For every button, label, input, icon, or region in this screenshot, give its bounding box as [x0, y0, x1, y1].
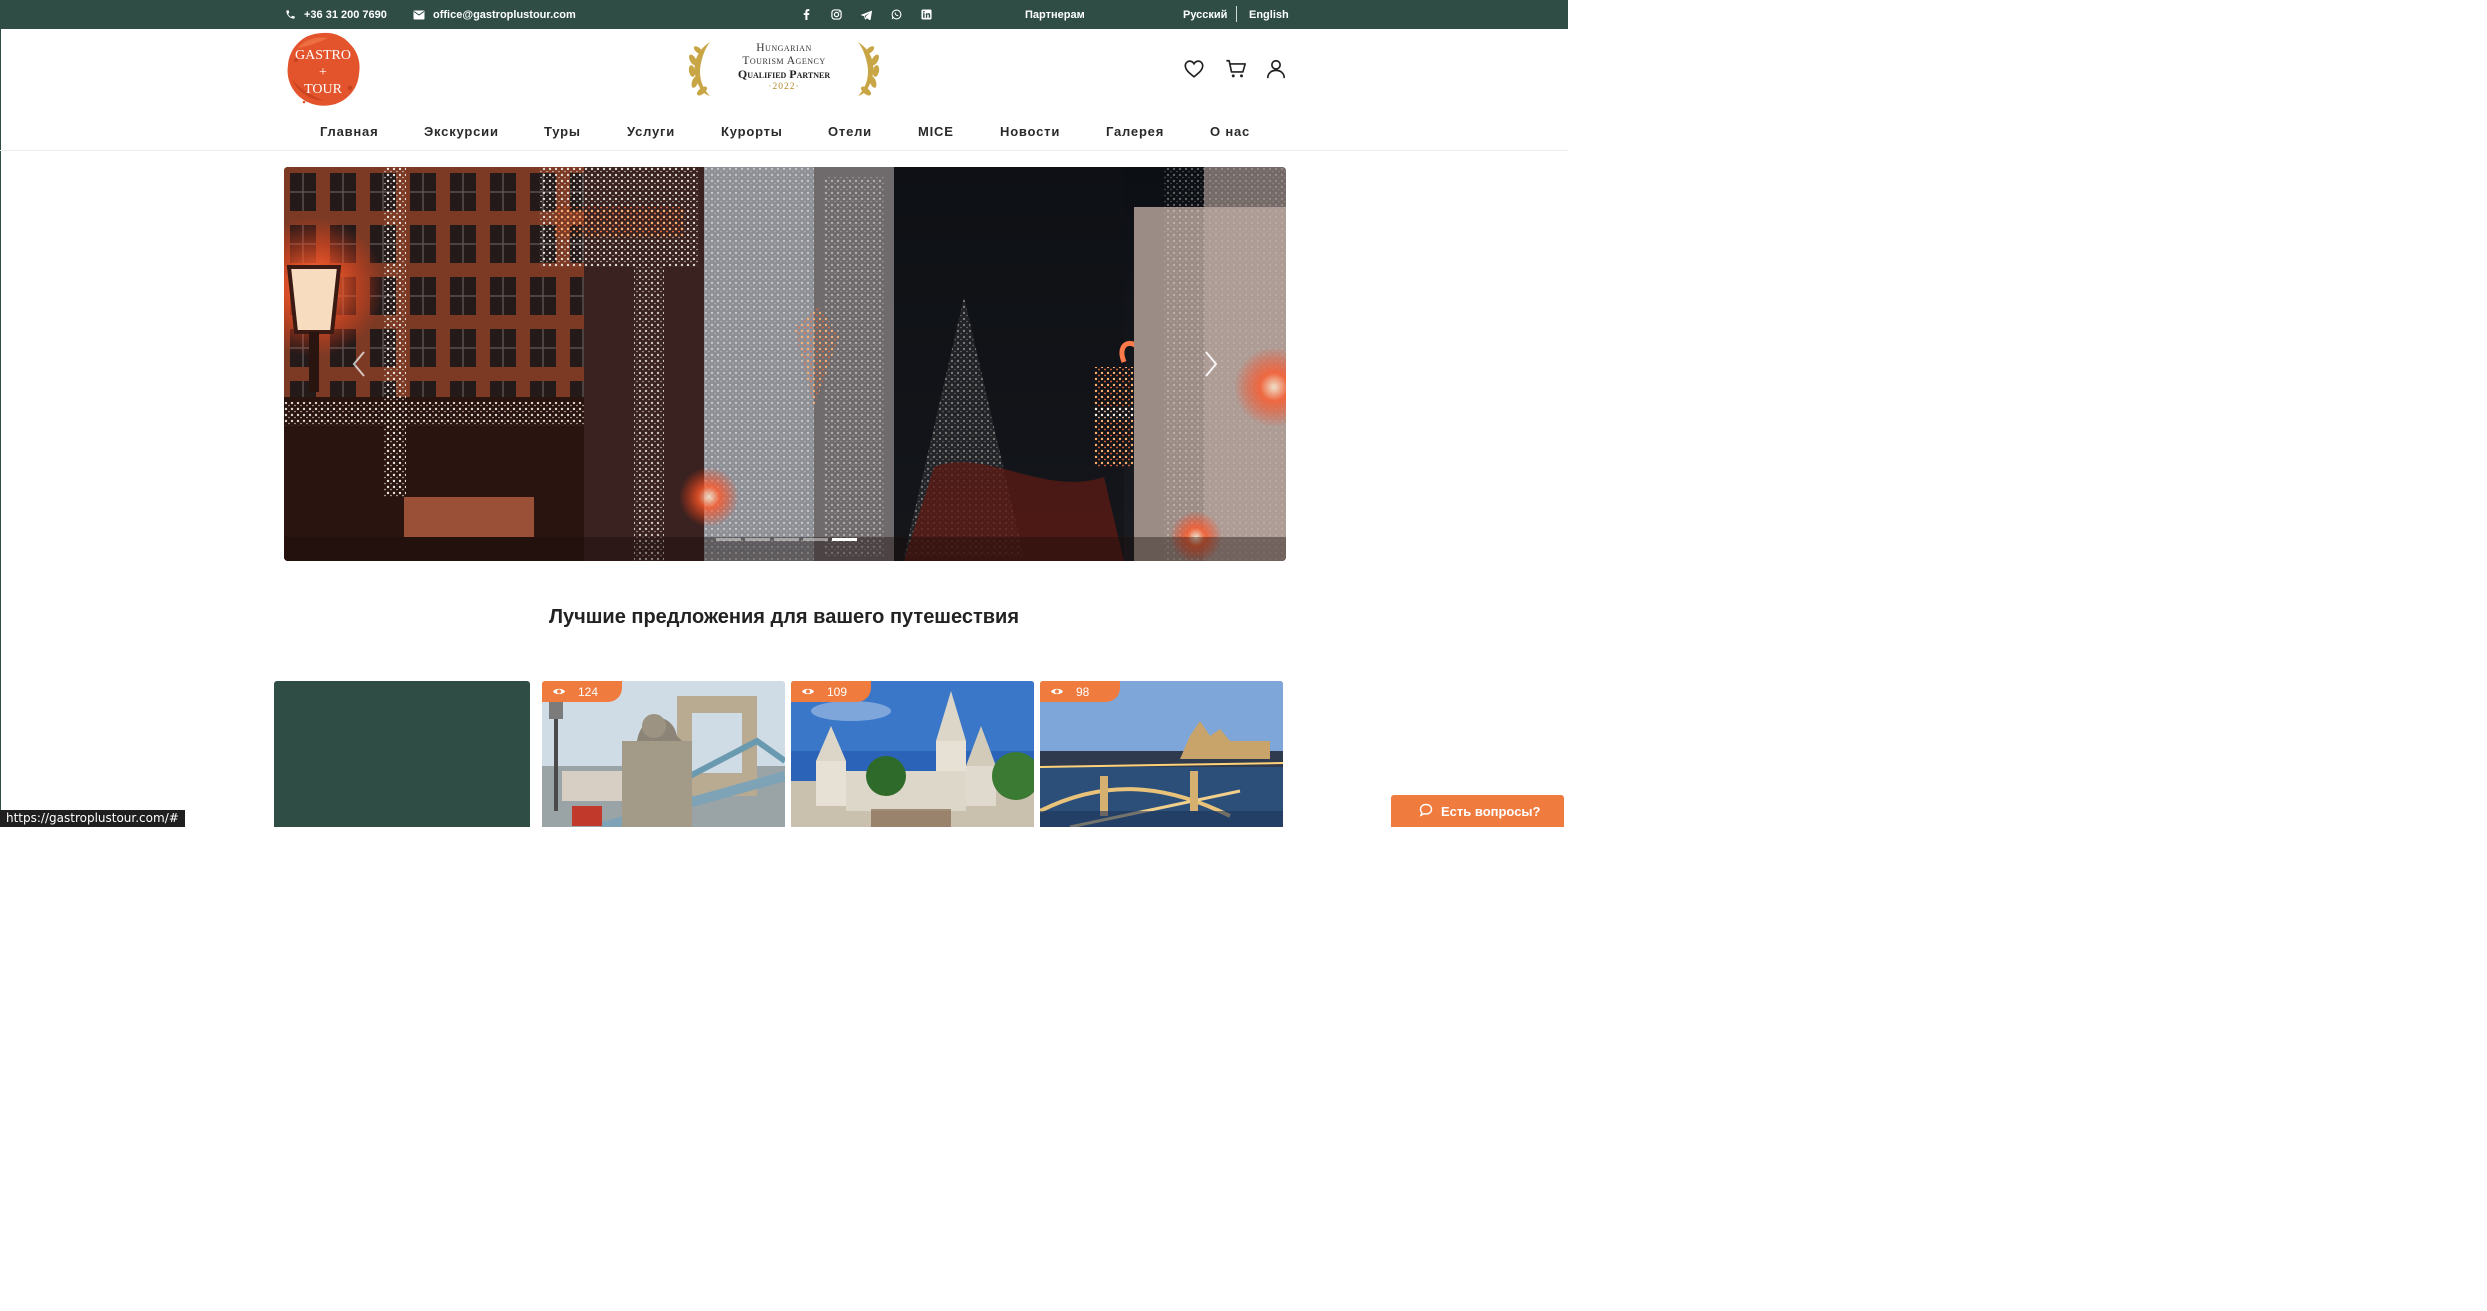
logo-word-gastro: GASTRO	[295, 48, 351, 63]
language-english[interactable]: English	[1249, 0, 1289, 29]
language-russian[interactable]: Русский	[1183, 0, 1227, 29]
nav-item-mice[interactable]: MICE	[918, 124, 954, 139]
nav-item-services[interactable]: Услуги	[627, 124, 675, 139]
nav-item-gallery[interactable]: Галерея	[1106, 124, 1164, 139]
badge-line-4: ·2022·	[768, 82, 800, 92]
site-logo[interactable]: GASTRO + TOUR	[284, 30, 362, 108]
whatsapp-icon[interactable]	[890, 9, 902, 21]
heart-icon	[1184, 60, 1204, 78]
nav-item-home[interactable]: Главная	[320, 124, 378, 139]
tour-card[interactable]: 124	[542, 681, 785, 827]
badge-line-1: Hungarian	[756, 42, 812, 54]
chevron-left-icon	[352, 351, 365, 377]
slider-pagination	[716, 538, 857, 541]
phone-link[interactable]: +36 31 200 7690	[285, 0, 387, 29]
tour-card[interactable]: 109	[791, 681, 1034, 827]
envelope-icon	[413, 10, 425, 20]
language-divider	[1236, 6, 1237, 22]
promo-panel	[274, 681, 530, 827]
nav-item-about[interactable]: О нас	[1210, 124, 1250, 139]
top-bar: +36 31 200 7690 office@gastroplustour.co…	[0, 0, 1568, 29]
nav-item-hotels[interactable]: Отели	[828, 124, 872, 139]
user-icon	[1266, 59, 1286, 79]
section-title: Лучшие предложения для вашего путешестви…	[548, 606, 1020, 628]
tour-card[interactable]: 98	[1040, 681, 1283, 827]
qualified-partner-badge: Hungarian Tourism Agency Qualified Partn…	[684, 38, 884, 100]
telegram-icon[interactable]	[860, 9, 872, 21]
partners-label: Партнерам	[1025, 8, 1085, 21]
view-count-badge: 124	[542, 681, 622, 702]
wishlist-button[interactable]	[1183, 58, 1205, 80]
eye-icon	[801, 685, 815, 699]
slider-dot[interactable]	[745, 538, 770, 541]
facebook-icon[interactable]	[800, 9, 812, 21]
slider-dot[interactable]	[774, 538, 799, 541]
partners-link[interactable]: Партнерам	[1025, 0, 1085, 29]
chat-bubble-icon	[1419, 803, 1433, 820]
logo-word-tour: TOUR	[304, 82, 343, 97]
cart-button[interactable]	[1225, 58, 1247, 80]
card-image-fishermans-bastion	[791, 681, 1034, 827]
badge-text: Hungarian Tourism Agency Qualified Partn…	[722, 42, 846, 94]
slider-next-button[interactable]	[1202, 349, 1220, 379]
phone-icon	[285, 9, 296, 20]
social-links	[800, 0, 932, 29]
language-english-label: English	[1249, 8, 1289, 21]
window-edge	[0, 29, 1, 827]
eye-icon	[552, 685, 566, 699]
view-count-badge: 98	[1040, 681, 1120, 702]
email-link[interactable]: office@gastroplustour.com	[413, 0, 576, 29]
slider-dot[interactable]	[803, 538, 828, 541]
chat-button[interactable]: Есть вопросы?	[1391, 795, 1564, 827]
cart-icon	[1226, 59, 1246, 78]
chat-label: Есть вопросы?	[1441, 803, 1541, 819]
header-divider	[0, 150, 1568, 151]
email-address: office@gastroplustour.com	[433, 8, 576, 21]
status-bar-url: https://gastroplustour.com/#	[0, 810, 185, 827]
language-russian-label: Русский	[1183, 8, 1228, 21]
view-count: 98	[1076, 684, 1090, 699]
linkedin-icon[interactable]	[920, 9, 932, 21]
view-count-badge: 109	[791, 681, 871, 702]
nav-item-news[interactable]: Новости	[1000, 124, 1060, 139]
eye-icon	[1050, 685, 1064, 699]
phone-number: +36 31 200 7690	[304, 8, 387, 21]
hero-slider[interactable]	[284, 167, 1286, 561]
slide-image	[284, 167, 1286, 561]
nav-item-tours[interactable]: Туры	[544, 124, 581, 139]
card-image-budapest-panorama	[1040, 681, 1283, 827]
card-image-chain-bridge	[542, 681, 785, 827]
view-count: 124	[578, 684, 599, 699]
instagram-icon[interactable]	[830, 9, 842, 21]
slider-dot[interactable]	[832, 538, 857, 541]
nav-item-excursions[interactable]: Экскурсии	[424, 124, 499, 139]
badge-line-3: Qualified Partner	[737, 67, 831, 81]
chevron-right-icon	[1205, 351, 1218, 377]
slider-dot[interactable]	[716, 538, 741, 541]
main-navigation: Главная Экскурсии Туры Услуги Курорты От…	[0, 118, 1568, 148]
slider-prev-button[interactable]	[350, 349, 368, 379]
nav-item-resorts[interactable]: Курорты	[721, 124, 783, 139]
logo-plus: +	[319, 65, 327, 80]
view-count: 109	[827, 684, 848, 699]
account-button[interactable]	[1265, 58, 1287, 80]
